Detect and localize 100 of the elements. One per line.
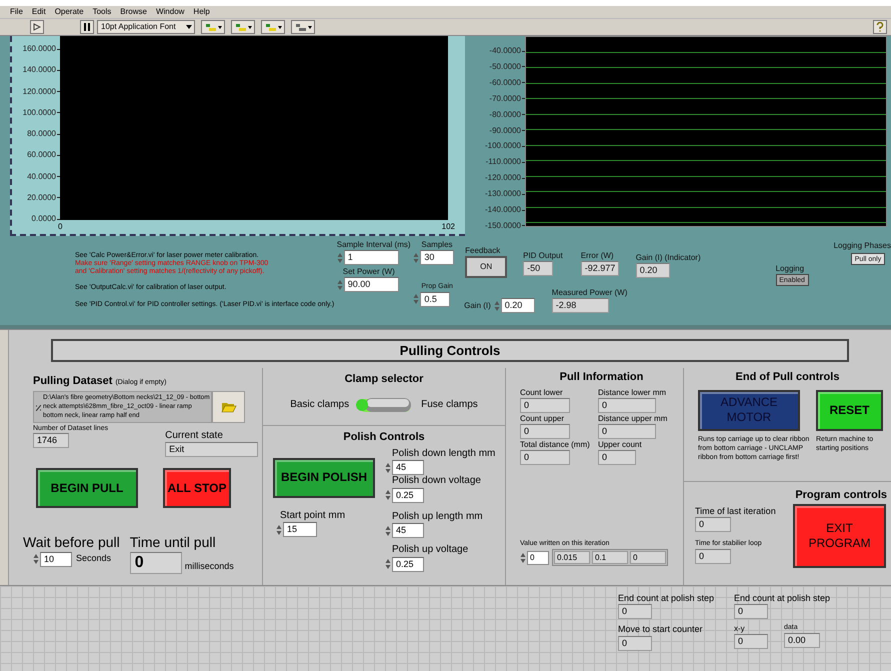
field-label: Total distance (mm) [520,440,590,450]
unit-label: Seconds [76,552,112,566]
field-label: Distance upper mm [598,414,668,424]
numeric-indicator: 0 [695,548,731,564]
tool-dropdown[interactable] [261,20,285,34]
axis-tick-label: 100.0000 [22,108,56,117]
numeric-input[interactable]: 10 [40,552,72,566]
axis-tick-label: 20.0000 [27,194,56,202]
caret-icon [278,26,282,28]
numeric-indicator: 1746 [33,433,69,448]
axis-tick-label: -120.0000 [484,174,521,182]
section-title: Pulling Controls [400,342,500,360]
field-label: Gain (I) [464,300,491,312]
numeric-input[interactable]: 0.20 [500,298,535,313]
field-label: Polish down length mm [391,448,496,460]
array-element: 0.1 [592,551,628,564]
array-element: 0 [630,551,666,564]
field-label: Logging Phases [834,241,891,251]
field-label: Sample Interval (ms) [336,240,411,250]
font-name: 10pt Application Font [101,23,176,31]
numeric-indicator: 0.00 [784,633,820,648]
spinner-arrows-icon[interactable] [336,278,343,290]
menu-item[interactable]: Tools [92,8,112,16]
axis-tick-label: 120.0000 [22,88,56,96]
field-label: Polish up length mm [391,510,483,523]
numeric-input[interactable]: 90.00 [344,277,399,292]
spinner-arrows-icon[interactable] [413,293,420,306]
group-title: Pull Information [560,370,644,385]
menu-item[interactable]: Edit [32,8,46,16]
begin-pull-button[interactable]: BEGIN PULL [36,468,138,508]
field-label: Count upper [520,414,564,424]
group-title: Polish Controls [343,430,425,445]
numeric-indicator: -92.977 [580,261,619,276]
field-label: End count at polish step [618,593,714,604]
axis-tick-label: -90.0000 [489,126,521,135]
feedback-button[interactable]: ON [465,256,508,278]
numeric-indicator: 0 [598,450,636,464]
spinner-arrows-icon[interactable] [33,553,39,565]
numeric-indicator: 0 [598,398,656,412]
numeric-input[interactable]: 45 [392,523,424,538]
help-button[interactable] [873,20,887,34]
numeric-input[interactable]: 15 [283,522,317,537]
numeric-indicator: 0.20 [636,263,670,278]
tool-dropdown[interactable] [231,20,255,34]
numeric-input[interactable]: 0.25 [392,556,424,572]
run-arrow-icon [33,23,41,31]
axis-tick-label: -70.0000 [489,94,521,103]
browse-button[interactable] [212,390,245,422]
spinner-arrows-icon[interactable] [385,558,391,570]
numeric-input[interactable]: 30 [420,250,454,265]
run-button[interactable] [30,20,44,34]
align-tool-icon [234,22,246,32]
spinner-arrows-icon[interactable] [520,552,526,564]
field-label: Error (W) [580,251,614,261]
all-stop-button[interactable]: ALL STOP [163,468,231,508]
tool-dropdown[interactable] [291,20,315,34]
menu-item[interactable]: Browse [120,8,147,16]
menu-item[interactable]: Operate [54,8,84,16]
axis-tick-label: -130.0000 [484,190,521,198]
group-title: End of Pull controls [736,370,840,385]
field-label: Time of last iteration [695,506,776,517]
spinner-arrows-icon[interactable] [413,252,420,264]
axis-tick-label: -110.0000 [486,158,521,166]
menu-item[interactable]: Window [156,8,184,16]
spinner-arrows-icon[interactable] [385,524,391,536]
field-label: Upper count [598,440,642,450]
numeric-indicator: 0 [618,636,652,650]
numeric-indicator: 0 [520,424,570,438]
group-title: Program controls [795,488,887,503]
spinner-arrows-icon[interactable] [494,300,500,312]
field-label: Polish down voltage [391,475,481,488]
exit-program-button[interactable]: EXIT PROGRAM [793,504,886,568]
axis-tick-label: 160.0000 [22,45,56,53]
axis-tick-label: -50.0000 [489,62,521,71]
menu-item[interactable]: Help [193,8,210,16]
field-label: Measured Power (W) [552,288,628,298]
numeric-indicator: 0 [734,604,768,620]
field-label: Start point mm [279,510,346,522]
font-dropdown[interactable]: 10pt Application Font [97,20,195,34]
tool-dropdown[interactable] [201,20,225,34]
spinner-arrows-icon[interactable] [385,489,391,501]
numeric-input[interactable]: 0.25 [392,488,424,502]
spinner-arrows-icon[interactable] [336,252,343,264]
array-index-input[interactable]: 0 [527,550,549,564]
axis-tick-label: 40.0000 [27,172,56,180]
field-label: Pulling Dataset [33,374,112,389]
axis-tick-label: 0.0000 [32,215,56,223]
spinner-arrows-icon[interactable] [276,524,282,536]
axis-tick-label: 140.0000 [22,66,56,74]
pause-button[interactable] [80,20,94,34]
numeric-input[interactable]: 1 [344,250,399,265]
spinner-arrows-icon[interactable] [385,462,391,474]
reset-button[interactable]: RESET [816,390,883,430]
axis-tick-label: -100.0000 [484,142,521,150]
numeric-indicator: -50 [523,261,554,276]
begin-polish-button[interactable]: BEGIN POLISH [273,458,375,498]
field-label: Time until pull [130,534,217,552]
numeric-input[interactable]: 0.5 [420,292,450,307]
numeric-input[interactable]: 45 [392,460,424,475]
menu-item[interactable]: File [10,8,23,16]
